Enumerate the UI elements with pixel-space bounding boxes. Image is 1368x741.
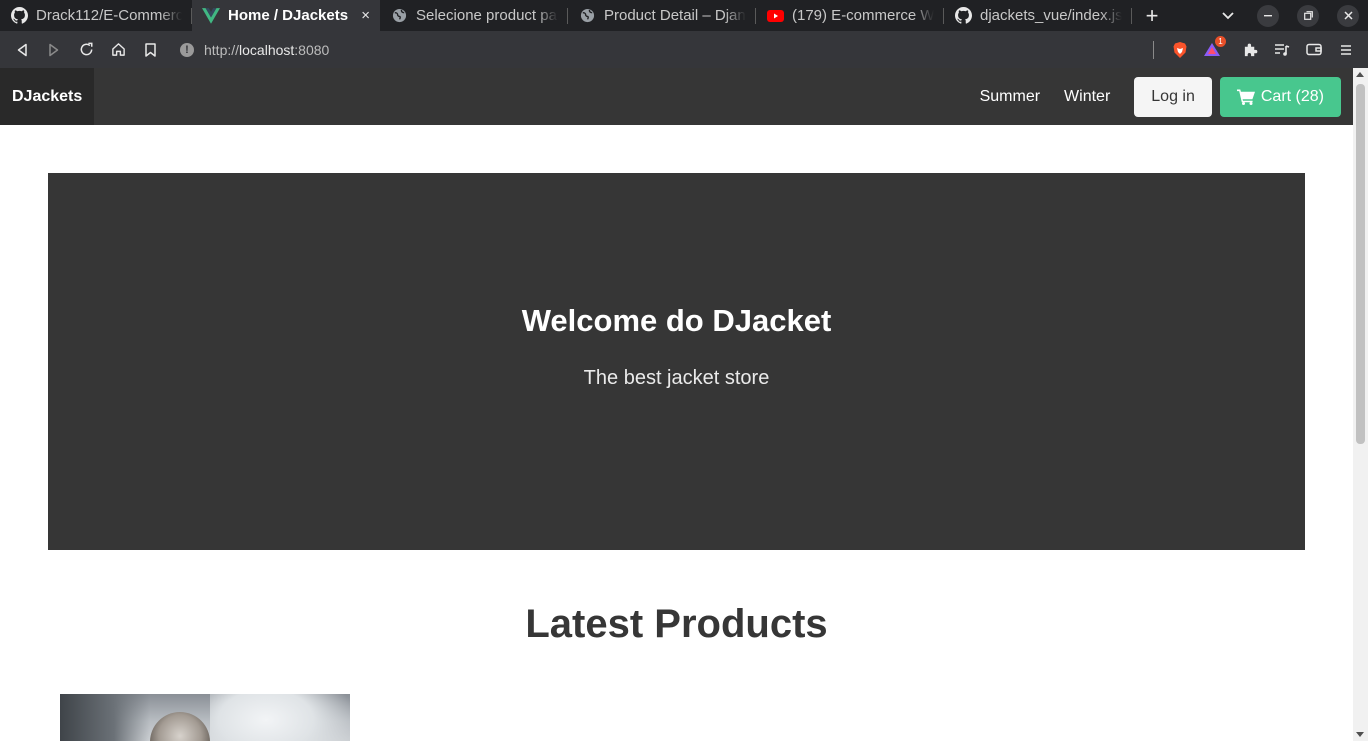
page-scrollbar[interactable] (1353, 68, 1368, 741)
back-button[interactable] (6, 34, 38, 66)
wallet-button[interactable] (1298, 34, 1330, 66)
browser-tab-github-index-js[interactable]: djackets_vue/index.js (944, 0, 1132, 31)
wallet-icon (1306, 43, 1322, 56)
vue-icon (202, 7, 220, 25)
url-host: localhost (239, 41, 295, 58)
latest-products-heading: Latest Products (525, 602, 828, 646)
browser-tab-home-djackets[interactable]: Home / DJackets × (192, 0, 380, 31)
tab-title: Product Detail – Djang (604, 7, 746, 24)
restore-window-button[interactable] (1288, 0, 1328, 31)
tab-title: (179) E-commerce Wel (792, 7, 934, 24)
home-icon (111, 43, 125, 56)
browser-menu-button[interactable] (1330, 34, 1362, 66)
hero-title: Welcome do DJacket (521, 303, 832, 338)
cart-button[interactable]: Cart (28) (1219, 76, 1341, 117)
tab-title: Drack112/E-Commerce (36, 7, 182, 24)
browser-tab-product-detail[interactable]: Product Detail – Djang (568, 0, 756, 31)
browser-tab-youtube-ecommerce[interactable]: (179) E-commerce Wel (756, 0, 944, 31)
rewards-badge: 1 (1215, 35, 1226, 47)
scroll-down-arrow-icon[interactable] (1356, 732, 1364, 737)
nav-link-winter[interactable]: Winter (1052, 88, 1122, 106)
forward-button[interactable] (38, 34, 70, 66)
product-card-image[interactable] (60, 694, 350, 741)
scroll-up-arrow-icon[interactable] (1356, 72, 1364, 77)
reload-button[interactable] (70, 34, 102, 66)
brave-rewards-button[interactable]: 1 (1196, 34, 1228, 66)
extensions-button[interactable] (1234, 34, 1266, 66)
address-bar[interactable]: ! http://localhost:8080 (180, 35, 1140, 65)
restore-icon (1297, 4, 1319, 27)
navbar-end: Summer Winter Log in Cart (28) (968, 76, 1353, 117)
hamburger-menu-icon (1341, 44, 1351, 55)
site-info-icon[interactable]: ! (180, 42, 194, 57)
shopping-cart-icon (1236, 89, 1255, 105)
tab-separator (1131, 8, 1132, 24)
brand-logo-link[interactable]: DJackets (0, 68, 95, 125)
product-image-hooded-figure (150, 712, 210, 741)
puzzle-icon (1244, 43, 1257, 57)
github-icon (954, 7, 972, 25)
browser-tab-github-ecommerce[interactable]: Drack112/E-Commerce (0, 0, 192, 31)
reload-icon (80, 42, 92, 56)
minimize-icon (1257, 4, 1279, 27)
globe-icon (390, 7, 408, 25)
login-button[interactable]: Log in (1134, 76, 1212, 117)
bookmark-icon (144, 42, 156, 57)
new-tab-button[interactable]: + (1132, 0, 1172, 31)
product-image-background (60, 694, 150, 741)
tab-search-chevron-down-icon[interactable] (1208, 0, 1248, 31)
cart-label: Cart (28) (1260, 87, 1324, 105)
tab-title: Selecione product par (416, 7, 558, 24)
back-icon (17, 43, 27, 56)
bookmark-button[interactable] (134, 34, 166, 66)
toolbar-divider (1153, 40, 1154, 59)
minimize-window-button[interactable] (1248, 0, 1288, 31)
scrollbar-thumb[interactable] (1356, 84, 1365, 444)
close-tab-icon[interactable]: × (361, 7, 370, 24)
nav-link-summer[interactable]: Summer (968, 88, 1052, 106)
brave-lion-icon (1173, 41, 1187, 58)
home-button[interactable] (102, 34, 134, 66)
browser-tab-select-product[interactable]: Selecione product par (380, 0, 568, 31)
forward-icon (49, 43, 59, 56)
hero-banner: Welcome do DJacket The best jacket store (48, 173, 1305, 550)
playlist-icon (1275, 43, 1290, 56)
browser-toolbar: ! http://localhost:8080 1 (0, 31, 1368, 68)
product-image-snow-burst (210, 694, 350, 741)
url-scheme: http:// (204, 41, 240, 58)
tab-title: djackets_vue/index.js (980, 7, 1122, 24)
reading-list-button[interactable] (1266, 34, 1298, 66)
github-icon (10, 7, 28, 25)
close-icon (1337, 4, 1359, 27)
hero-subtitle: The best jacket store (583, 367, 770, 389)
close-window-button[interactable] (1328, 0, 1368, 31)
browser-tab-strip: Drack112/E-Commerce Home / DJackets × Se… (0, 0, 1368, 31)
youtube-icon (766, 7, 784, 25)
tab-title: Home / DJackets (228, 7, 349, 24)
site-navbar: DJackets Summer Winter Log in Cart (28) (0, 68, 1353, 125)
brave-shields-button[interactable] (1164, 34, 1196, 66)
globe-icon (578, 7, 596, 25)
page-viewport: DJackets Summer Winter Log in Cart (28) … (0, 68, 1353, 741)
url-port: :8080 (294, 41, 330, 58)
